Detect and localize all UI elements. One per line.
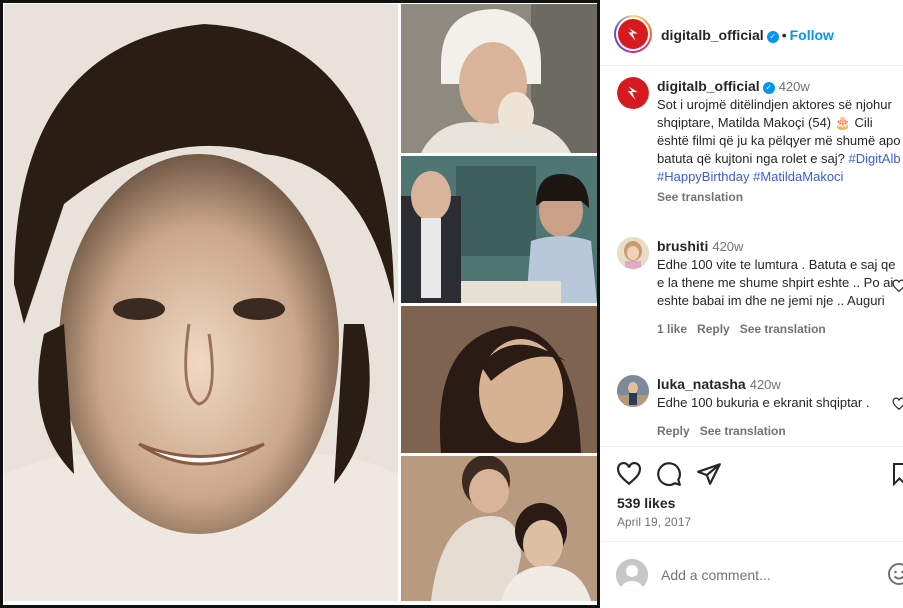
follow-button[interactable]: Follow	[790, 27, 834, 43]
reply-button[interactable]: Reply	[697, 322, 730, 336]
like-comment-icon[interactable]	[892, 279, 903, 293]
commenter-username[interactable]: brushiti	[657, 238, 708, 254]
commenter-avatar[interactable]	[617, 237, 649, 269]
emoji-icon[interactable]	[887, 562, 903, 586]
caption-avatar[interactable]	[617, 77, 649, 109]
commenter-avatar[interactable]	[617, 375, 649, 407]
like-comment-icon[interactable]	[892, 397, 903, 411]
verified-badge-icon: ✓	[762, 82, 775, 94]
hashtag-link[interactable]: #MatildaMakoci	[753, 169, 843, 184]
photo-phone-call	[401, 4, 597, 153]
header-user-line: digitalb_official ✓ • Follow	[661, 27, 834, 43]
digitalb-logo-icon	[618, 19, 648, 49]
reply-button[interactable]: Reply	[657, 424, 690, 438]
separator-dot: •	[781, 27, 787, 43]
main-portrait-photo	[4, 4, 398, 601]
see-translation-link[interactable]: See translation	[740, 322, 826, 336]
current-user-avatar	[616, 559, 648, 591]
photo-closeup-profile	[401, 306, 597, 453]
account-avatar[interactable]	[614, 15, 652, 53]
hashtag-link[interactable]: #HappyBirthday	[657, 169, 750, 184]
comment-likes[interactable]: 1 like	[657, 322, 687, 336]
share-send-icon[interactable]	[696, 461, 722, 487]
like-heart-icon[interactable]	[616, 461, 642, 487]
add-comment-bar	[601, 541, 903, 608]
post-date[interactable]: April 19, 2017	[617, 515, 691, 529]
see-translation-link[interactable]: See translation	[657, 190, 743, 204]
add-comment-input[interactable]	[661, 564, 861, 586]
see-translation-link[interactable]: See translation	[700, 424, 786, 438]
post-header: digitalb_official✓•Follow ⋮	[601, 0, 903, 66]
like-count[interactable]: 539 likes	[617, 495, 675, 511]
post-actions: 539 likes April 19, 2017	[601, 446, 903, 540]
commenter-username[interactable]: luka_natasha	[657, 376, 746, 392]
comment-text: Edhe 100 vite te lumtura . Batuta e saj …	[657, 257, 896, 308]
save-bookmark-icon[interactable]	[893, 461, 903, 487]
comment-bubble-icon[interactable]	[656, 461, 682, 487]
comment-text: Edhe 100 bukuria e ekranit shqiptar .	[657, 395, 870, 410]
instagram-post-view: digitalb_official✓•Follow ⋮ digitalb_off…	[0, 0, 903, 608]
comments-section[interactable]: digitalb_official ✓ 420w Sot i urojmë ditë…	[601, 67, 903, 446]
header-username[interactable]: digitalb_official	[661, 27, 764, 43]
photo-office-scene	[401, 156, 597, 303]
comment-time[interactable]: 420w	[712, 239, 743, 254]
caption-text: Sot i urojmë ditëlindjen aktores së njoh…	[657, 96, 903, 186]
digitalb-logo-icon	[617, 77, 649, 109]
more-options-icon[interactable]: ⋮	[897, 26, 903, 46]
post-image-collage[interactable]	[0, 0, 600, 608]
verified-badge-icon: ✓	[766, 31, 779, 43]
post-side-panel: digitalb_official✓•Follow ⋮ digitalb_off…	[601, 0, 903, 608]
hashtag-link[interactable]: #DigitAlb	[849, 151, 901, 166]
photo-couple-scene	[401, 456, 597, 601]
caption-time[interactable]: 420w	[779, 79, 810, 94]
comment-time[interactable]: 420w	[750, 377, 781, 392]
caption-username[interactable]: digitalb_official	[657, 78, 760, 94]
